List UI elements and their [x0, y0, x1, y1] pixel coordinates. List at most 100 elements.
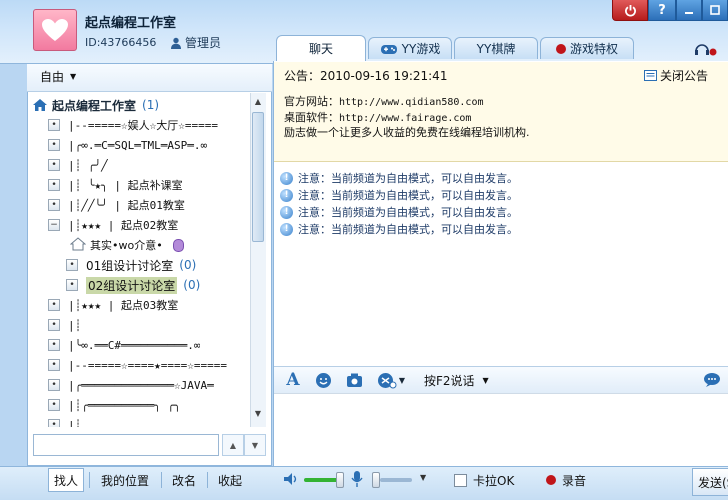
tree-row[interactable]: • |╭∞.═C═SQL═TML═ASP═.∞	[28, 135, 250, 155]
chat-bubble-button[interactable]	[702, 370, 722, 390]
shake-button[interactable]: ▼	[374, 370, 408, 390]
expand-icon[interactable]: •	[48, 339, 60, 351]
scroll-up-arrow-icon[interactable]: ▲	[250, 93, 266, 109]
expand-icon[interactable]: •	[48, 399, 60, 411]
mic-volume-slider[interactable]	[380, 478, 412, 482]
speaker-volume-slider[interactable]	[304, 478, 340, 482]
mic-volume-thumb[interactable]	[372, 472, 380, 488]
scroll-thumb[interactable]	[252, 112, 264, 242]
user-icon	[171, 37, 181, 49]
find-user-tab[interactable]: 找人	[48, 468, 84, 492]
tree-row-count: (0)	[183, 278, 201, 292]
tree-row[interactable]: • |┊╱╱╰╯ | 起点01教室	[28, 195, 250, 215]
screenshot-button[interactable]	[344, 370, 364, 390]
tab-chat[interactable]: 聊天	[276, 35, 366, 61]
expand-icon[interactable]: •	[48, 199, 60, 211]
karaoke-checkbox[interactable]	[454, 473, 467, 487]
tree-row[interactable]: • |┊	[28, 415, 250, 427]
message-input[interactable]	[274, 395, 728, 466]
speaker-button[interactable]	[282, 470, 300, 491]
channel-tree: 起点编程工作室 (1) • |--=====☆娱人☆大厅☆===== • |╭∞.═C…	[28, 93, 250, 427]
tab-game-privileges-label: 游戏特权	[569, 42, 618, 56]
power-button[interactable]	[612, 0, 648, 21]
tree-row-label: 02组设计讨论室	[86, 276, 178, 294]
chevron-down-icon: ▼	[398, 375, 406, 385]
notice-link[interactable]: http://www.qidian580.com	[339, 97, 484, 108]
expand-icon[interactable]: •	[48, 359, 60, 371]
speak-mode-selector[interactable]: 按F2说话 ▼	[424, 370, 489, 390]
chevron-down-icon: ▼	[251, 440, 259, 450]
karaoke-toggle[interactable]: 卡拉OK	[454, 472, 514, 488]
tree-row[interactable]: • 02组设计讨论室 (0)	[28, 275, 250, 295]
channel-avatar[interactable]	[33, 9, 77, 51]
karaoke-label: 卡拉OK	[473, 473, 515, 488]
expand-icon[interactable]: •	[66, 259, 78, 271]
tree-row[interactable]: • |--=====☆====★====☆=====	[28, 355, 250, 375]
expand-icon[interactable]: •	[48, 159, 60, 171]
help-button[interactable]: ?	[648, 0, 676, 21]
notice-text: 励志做一个让更多人收益的免费在线编程培训机构.	[284, 126, 530, 139]
expand-icon[interactable]: •	[48, 179, 60, 191]
minimize-button[interactable]	[676, 0, 702, 21]
tree-row[interactable]: • |┊ ╰★╮ | 起点补课室	[28, 175, 250, 195]
maximize-button[interactable]	[702, 0, 728, 21]
notice-line: 励志做一个让更多人收益的免费在线编程培训机构.	[284, 124, 530, 140]
tree-row[interactable]: • |┊★★★ | 起点03教室	[28, 295, 250, 315]
tree-row[interactable]: • |┊	[28, 315, 250, 335]
tab-yy-game[interactable]: YY游戏	[368, 37, 452, 59]
search-next-button[interactable]: ▼	[244, 434, 266, 456]
root-label: 起点编程工作室	[52, 98, 137, 113]
font-button[interactable]: A	[284, 370, 302, 390]
tree-row[interactable]: • |┊ ╭╯╱	[28, 155, 250, 175]
expand-icon[interactable]: •	[48, 139, 60, 151]
separator	[89, 472, 90, 488]
my-position-tab[interactable]: 我的位置	[94, 468, 156, 492]
expand-icon[interactable]: •	[48, 299, 60, 311]
screenshot-icon	[346, 373, 362, 387]
collapse-icon[interactable]: −	[48, 219, 60, 231]
tree-row-label: |--=====☆====★====☆=====	[68, 358, 227, 372]
tree-row-label: |┊★★★ | 起点02教室	[68, 219, 179, 232]
headset-notice-button[interactable]	[690, 40, 720, 58]
mic-button[interactable]	[350, 470, 364, 491]
tree-row[interactable]: • |--=====☆娱人☆大厅☆=====	[28, 115, 250, 135]
expand-icon[interactable]: •	[48, 379, 60, 391]
expand-icon[interactable]: •	[48, 419, 60, 427]
tab-game-privileges[interactable]: 游戏特权	[540, 37, 634, 59]
font-icon: A	[286, 370, 300, 390]
record-button[interactable]: 录音	[546, 472, 586, 488]
tree-row[interactable]: • |╰∞.══C#══════════.∞	[28, 335, 250, 355]
rename-tab[interactable]: 改名	[166, 468, 202, 492]
channel-name: 起点编程工作室	[85, 16, 177, 31]
separator	[161, 472, 162, 488]
root-count: (1)	[142, 98, 160, 112]
tree-row[interactable]: − |┊★★★ | 起点02教室	[28, 215, 250, 235]
tree-row-label: |╰∞.══C#══════════.∞	[68, 338, 201, 352]
expand-icon[interactable]: •	[48, 119, 60, 131]
tab-yy-chess[interactable]: YY棋牌	[454, 37, 538, 59]
privilege-dot-icon	[555, 43, 566, 54]
tree-row[interactable]: • |┊╭══════════╮ ╭╮	[28, 395, 250, 415]
expand-icon[interactable]: •	[48, 319, 60, 331]
tree-root[interactable]: 起点编程工作室 (1)	[28, 95, 250, 115]
emoji-button[interactable]	[313, 370, 333, 390]
search-input[interactable]	[33, 434, 219, 456]
tree-row[interactable]: 其实•wo介意•	[28, 235, 250, 255]
tree-row[interactable]: • |╭══════════════☆JAVA═	[28, 375, 250, 395]
tree-row-label: |╭══════════════☆JAVA═	[68, 378, 214, 392]
close-notice-button[interactable]: 关闭公告	[644, 67, 708, 84]
scroll-down-arrow-icon[interactable]: ▼	[250, 405, 266, 421]
info-icon: !	[280, 205, 293, 219]
search-prev-button[interactable]: ▲	[222, 434, 244, 456]
expand-icon[interactable]: •	[66, 279, 78, 291]
collapse-tab[interactable]: 收起	[212, 468, 248, 492]
chevron-down-icon[interactable]: ▼	[420, 473, 426, 482]
speaker-volume-thumb[interactable]	[336, 472, 344, 488]
collapse-label: 收起	[217, 473, 242, 488]
heart-icon	[42, 19, 68, 41]
notice-link[interactable]: http://www.fairage.com	[339, 113, 471, 124]
send-button[interactable]: 发送(S)	[692, 468, 728, 496]
tree-row[interactable]: • 01组设计讨论室 (0)	[28, 255, 250, 275]
record-icon	[546, 475, 556, 485]
mode-selector[interactable]: 自由 ▼	[40, 68, 76, 85]
